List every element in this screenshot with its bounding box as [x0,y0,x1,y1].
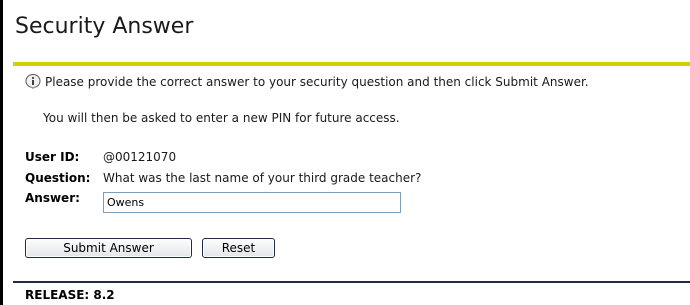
answer-input[interactable] [103,192,401,213]
question-value: What was the last name of your third gra… [103,171,422,185]
release-version: RELEASE: 8.2 [25,288,115,302]
info-text: Please provide the correct answer to you… [45,75,589,89]
user-id-value: @00121070 [103,150,177,164]
info-message: Please provide the correct answer to you… [25,74,589,90]
reset-button[interactable]: Reset [202,238,275,258]
footer-divider [13,281,690,283]
submit-answer-button[interactable]: Submit Answer [25,238,192,258]
answer-label: Answer: [25,191,80,205]
left-border [0,0,3,305]
title-divider [13,62,690,66]
pin-instruction: You will then be asked to enter a new PI… [43,111,400,125]
question-label: Question: [25,171,91,185]
page-title: Security Answer [15,14,194,39]
user-id-label: User ID: [25,150,80,164]
info-icon [25,74,41,90]
